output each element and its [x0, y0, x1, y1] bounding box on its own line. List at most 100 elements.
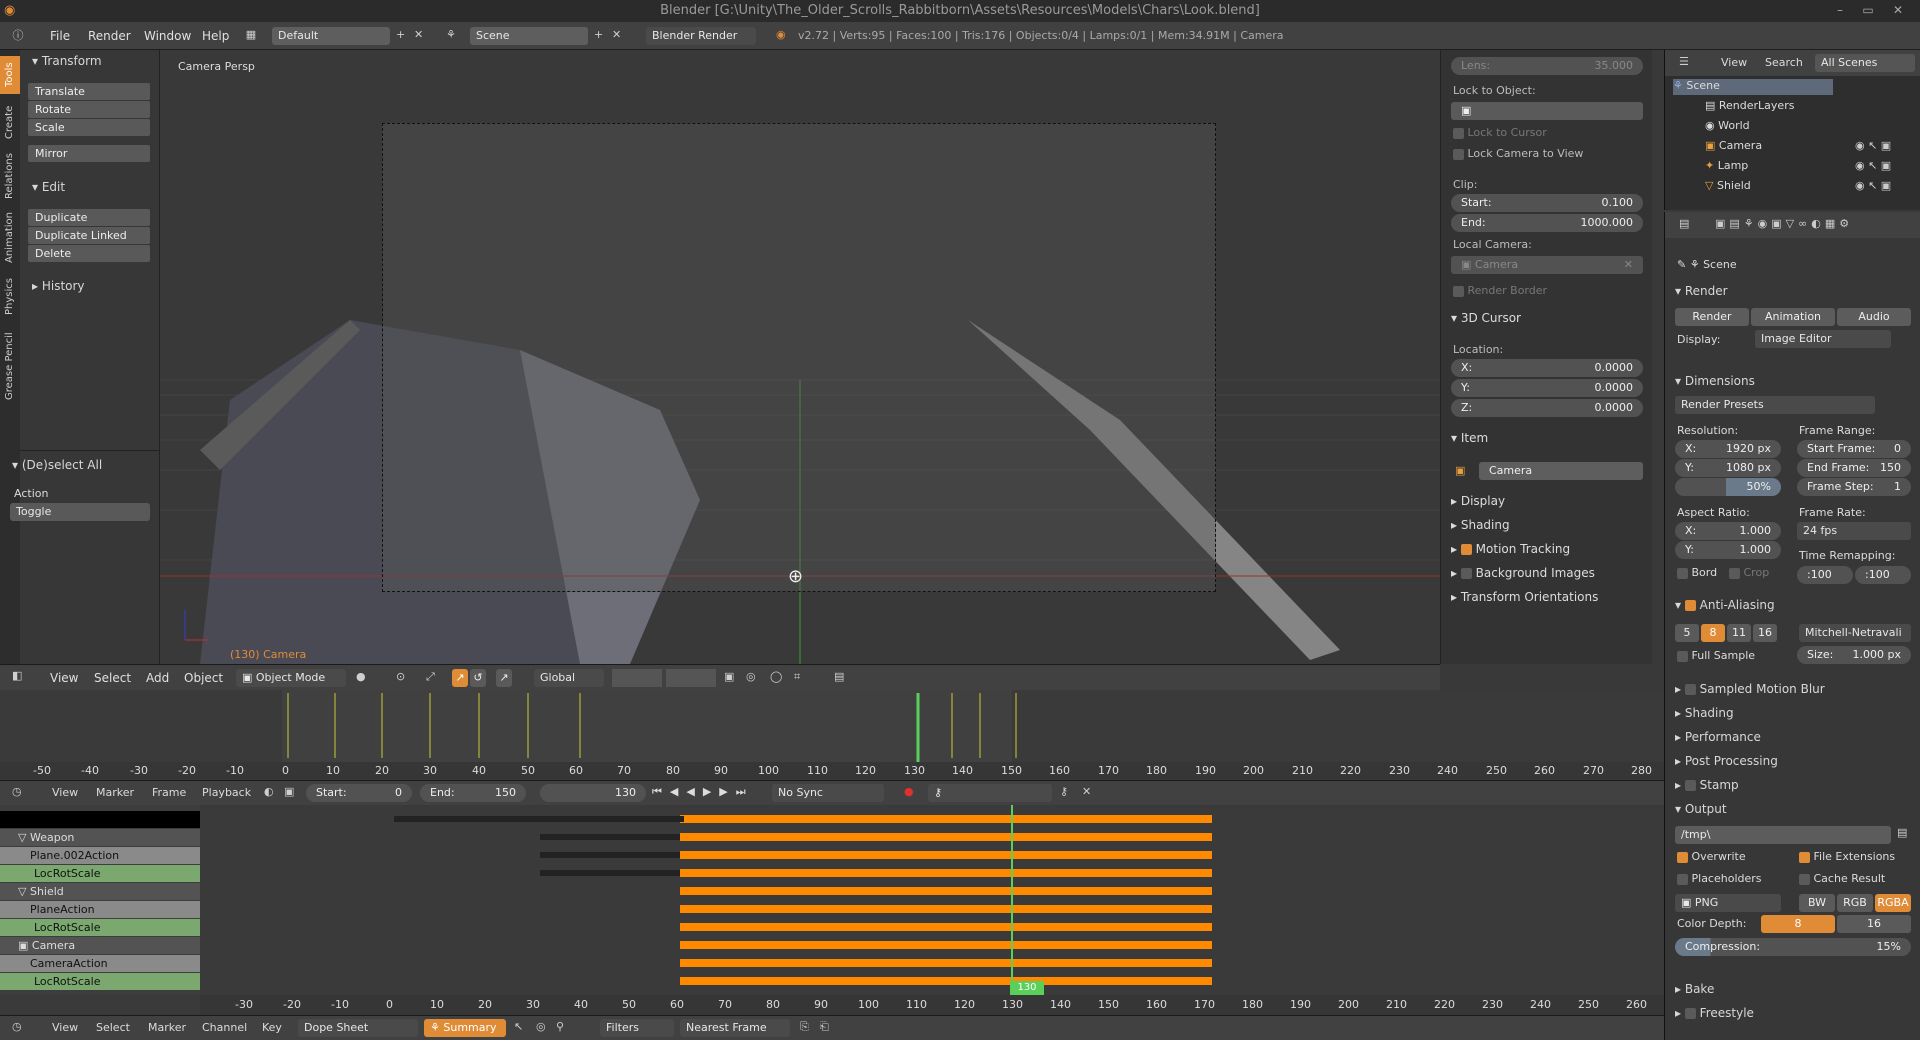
channel-locrotscale-2[interactable]: LocRotScale: [0, 919, 200, 936]
outliner-row-scene[interactable]: ⚘ Scene: [1673, 79, 1833, 95]
mirror-button[interactable]: Mirror: [28, 145, 150, 162]
timeline-editor-icon[interactable]: ◷: [12, 785, 22, 798]
add-scene-icon[interactable]: +: [594, 28, 603, 41]
view-menu[interactable]: View: [50, 665, 78, 691]
aa-filter-select[interactable]: Mitchell-Netravali: [1799, 624, 1911, 642]
animation-button[interactable]: Animation: [1751, 308, 1835, 326]
paste-keys-icon[interactable]: ⎗: [820, 1020, 829, 1034]
clip-start-field[interactable]: Start: 0.100: [1451, 194, 1643, 212]
outliner-row-renderlayers[interactable]: ▤ RenderLayers: [1705, 99, 1794, 115]
item-name-field[interactable]: Camera: [1479, 462, 1643, 480]
dope-sheet[interactable]: ▽ Weapon Plane.002Action LocRotScale ▽ S…: [0, 805, 1664, 1015]
channel-shield[interactable]: ▽ Shield: [0, 883, 200, 900]
post-processing-panel-title[interactable]: ▸ Post Processing: [1675, 754, 1778, 768]
editor-type-icon[interactable]: ◧: [12, 669, 22, 682]
background-images-panel-title[interactable]: ▸ Background Images: [1451, 566, 1595, 580]
aa-8-toggle[interactable]: 8: [1701, 624, 1725, 642]
outliner-row-shield[interactable]: ▽ Shield: [1705, 179, 1751, 195]
lock-camera-checkbox[interactable]: Lock Camera to View: [1453, 147, 1583, 160]
clear-icon[interactable]: ✕: [1624, 256, 1633, 274]
start-frame-field[interactable]: Start Frame: 0: [1797, 440, 1911, 458]
timeline-view-menu[interactable]: View: [52, 786, 78, 799]
layers-grid[interactable]: [612, 669, 662, 687]
record-icon[interactable]: ●: [904, 785, 914, 798]
duplicate-button[interactable]: Duplicate: [28, 209, 150, 226]
full-sample-checkbox[interactable]: Full Sample: [1677, 649, 1755, 662]
channel-camera[interactable]: ▣ Camera: [0, 937, 200, 954]
render-presets-select[interactable]: Render Presets: [1675, 396, 1875, 414]
outliner-editor-icon[interactable]: ☰: [1679, 55, 1689, 68]
lens-field[interactable]: Lens: 35.000: [1451, 57, 1643, 75]
overwrite-checkbox[interactable]: Overwrite: [1677, 850, 1746, 863]
scale-manipulator-icon[interactable]: ↗: [496, 669, 512, 687]
shading-panel-title[interactable]: ▸ Shading: [1451, 518, 1510, 532]
tab-create[interactable]: Create: [0, 100, 20, 144]
placeholders-checkbox[interactable]: Placeholders: [1677, 872, 1762, 885]
channel-plane002action[interactable]: Plane.002Action: [0, 847, 200, 864]
timeline-playback-menu[interactable]: Playback: [202, 786, 251, 799]
render-engine-select[interactable]: Blender Render: [646, 27, 756, 45]
output-path-field[interactable]: /tmp\: [1675, 826, 1891, 844]
timeline[interactable]: -50 -40 -30 -20 -10 0 10 20 30 40 50 60 …: [0, 690, 1664, 780]
add-menu[interactable]: Add: [146, 665, 169, 691]
lock-range-icon[interactable]: ▣: [284, 785, 294, 798]
aa-16-toggle[interactable]: 16: [1753, 624, 1777, 642]
file-extensions-checkbox[interactable]: File Extensions: [1799, 850, 1895, 863]
duplicate-linked-button[interactable]: Duplicate Linked: [28, 227, 150, 244]
aspect-y-field[interactable]: Y: 1.000: [1675, 541, 1781, 559]
outliner-row-world[interactable]: ◉ World: [1705, 119, 1750, 135]
ds-key-menu[interactable]: Key: [262, 1021, 282, 1034]
3d-cursor-panel-title[interactable]: ▾ 3D Cursor: [1451, 311, 1521, 325]
output-panel-title[interactable]: ▾ Output: [1675, 802, 1727, 816]
frame-step-field[interactable]: Frame Step: 1: [1797, 478, 1911, 496]
anti-aliasing-panel-title[interactable]: ▾ Anti-Aliasing: [1675, 598, 1775, 612]
copy-keys-icon[interactable]: ⎘: [800, 1020, 809, 1034]
shading-panel-title[interactable]: ▸ Shading: [1675, 706, 1734, 720]
selected-only-icon[interactable]: ↖: [514, 1020, 523, 1033]
snap-icon[interactable]: ⌗: [794, 670, 800, 684]
folder-icon[interactable]: ▤: [1897, 826, 1907, 839]
menu-window[interactable]: Window: [144, 22, 191, 50]
display-mode-select[interactable]: All Scenes: [1815, 54, 1915, 72]
outliner-view-menu[interactable]: View: [1721, 56, 1747, 69]
compression-slider[interactable]: Compression: 15%: [1675, 938, 1911, 956]
outliner-row-lamp[interactable]: ✦ Lamp: [1705, 159, 1748, 175]
snap-select[interactable]: Nearest Frame: [680, 1019, 790, 1037]
rgba-toggle[interactable]: RGBA: [1875, 894, 1911, 912]
freestyle-panel-title[interactable]: ▸ Freestyle: [1675, 1006, 1754, 1020]
scene-icon[interactable]: ⚘: [446, 28, 456, 41]
ds-marker-menu[interactable]: Marker: [148, 1021, 186, 1034]
end-frame-field[interactable]: End Frame: 150: [1797, 459, 1911, 477]
lock-layers-icon[interactable]: ▣: [724, 670, 734, 683]
mode-select[interactable]: ▣ Object Mode: [236, 669, 346, 687]
close-icon[interactable]: ✕: [1886, 0, 1910, 22]
menu-help[interactable]: Help: [202, 22, 229, 50]
timeline-marker-menu[interactable]: Marker: [96, 786, 134, 799]
properties-editor-icon[interactable]: ▤: [1679, 217, 1689, 230]
history-panel-title[interactable]: ▸ History: [32, 279, 85, 293]
summary-toggle[interactable]: ⚘ Summary: [424, 1019, 506, 1037]
context-tabs-icons[interactable]: ▣▤⚘◉▣▽∞◐▦⚙: [1715, 217, 1853, 230]
clip-end-field[interactable]: End: 1000.000: [1451, 214, 1643, 232]
visibility-eye-icon-lamp[interactable]: ◉ ↖ ▣: [1855, 159, 1891, 172]
scene-select[interactable]: Scene: [470, 27, 588, 45]
stamp-panel-title[interactable]: ▸ Stamp: [1675, 778, 1739, 792]
aa-11-toggle[interactable]: 11: [1727, 624, 1751, 642]
dimensions-panel-title[interactable]: ▾ Dimensions: [1675, 374, 1755, 388]
channel-locrotscale[interactable]: LocRotScale: [0, 865, 200, 882]
3d-viewport[interactable]: Camera Persp ⊕ (130) Camera: [160, 50, 1440, 664]
delete-keyframe-icon[interactable]: ✕: [1082, 785, 1091, 798]
transform-panel-title[interactable]: ▾ Transform: [32, 54, 102, 68]
channel-planeaction[interactable]: PlaneAction: [0, 901, 200, 918]
depth-8-toggle[interactable]: 8: [1761, 915, 1835, 933]
lock-cursor-checkbox[interactable]: Lock to Cursor: [1453, 126, 1547, 139]
depth-16-toggle[interactable]: 16: [1837, 915, 1911, 933]
local-camera-field[interactable]: ▣ Camera ✕: [1451, 256, 1643, 274]
aspect-x-field[interactable]: X: 1.000: [1675, 522, 1781, 540]
tab-tools[interactable]: Tools: [0, 56, 20, 94]
insert-keyframe-icon[interactable]: ⚷: [1060, 785, 1068, 798]
bw-toggle[interactable]: BW: [1799, 894, 1835, 912]
aa-5-toggle[interactable]: 5: [1675, 624, 1699, 642]
lock-object-field[interactable]: ▣: [1451, 102, 1643, 120]
channel-weapon[interactable]: ▽ Weapon: [0, 829, 200, 846]
